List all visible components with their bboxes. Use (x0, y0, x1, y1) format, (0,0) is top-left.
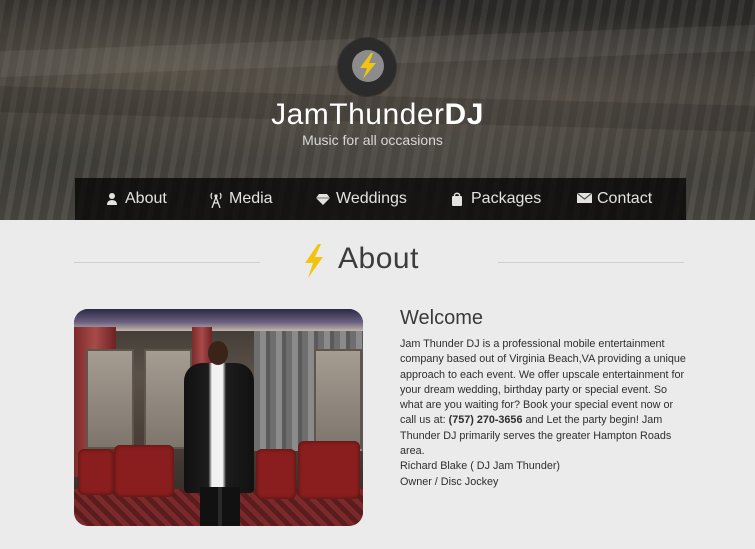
phone-number[interactable]: (757) 270-3656 (449, 414, 523, 426)
diamond-icon (316, 192, 330, 206)
site-title[interactable]: JamThunderDJ (0, 98, 755, 132)
hero-banner: JamThunderDJ Music for all occasions Abo… (0, 0, 755, 220)
nav-item-weddings[interactable]: Weddings (316, 178, 407, 220)
photo-chair (114, 445, 174, 497)
antenna-icon (209, 192, 223, 208)
site-logo[interactable] (338, 38, 396, 96)
signature-name: Richard Blake ( DJ Jam Thunder) (400, 460, 561, 473)
person-icon (105, 192, 119, 206)
welcome-heading: Welcome (400, 307, 483, 329)
nav-item-media[interactable]: Media (209, 178, 273, 220)
site-title-part2: DJ (444, 98, 484, 131)
nav-item-about[interactable]: About (105, 178, 167, 220)
lightning-bolt-icon (305, 244, 323, 278)
signature-role: Owner / Disc Jockey (400, 475, 499, 488)
photo-chair (256, 449, 296, 499)
photo-panel (314, 349, 362, 449)
photo-person-head (208, 341, 228, 365)
site-tagline: Music for all occasions (302, 132, 443, 148)
dj-photo (74, 309, 363, 526)
main-navigation: About Media Weddings Packages Contact (75, 178, 686, 220)
nav-label-about: About (125, 190, 167, 207)
logo-badge (352, 50, 384, 82)
section-title: About (338, 242, 419, 275)
nav-item-packages[interactable]: Packages (451, 178, 541, 220)
envelope-icon (577, 192, 592, 206)
photo-person-legs (200, 487, 240, 526)
about-text: Jam Thunder DJ is a professional mobile … (400, 337, 690, 490)
section-heading-about: About (0, 240, 755, 282)
photo-ceiling (74, 309, 363, 331)
photo-panel (86, 349, 134, 449)
lightning-bolt-icon (360, 53, 376, 79)
nav-label-contact: Contact (597, 190, 653, 207)
photo-chair (78, 449, 114, 495)
nav-label-media: Media (229, 190, 273, 207)
photo-chair (298, 441, 360, 499)
heading-divider-left (74, 262, 260, 263)
photo-person (184, 363, 254, 493)
heading-divider-right (498, 262, 684, 263)
bag-icon (451, 192, 465, 206)
nav-item-contact[interactable]: Contact (577, 178, 652, 220)
nav-label-weddings: Weddings (336, 190, 407, 207)
site-title-part1: JamThunder (271, 98, 445, 131)
nav-label-packages: Packages (471, 190, 542, 207)
